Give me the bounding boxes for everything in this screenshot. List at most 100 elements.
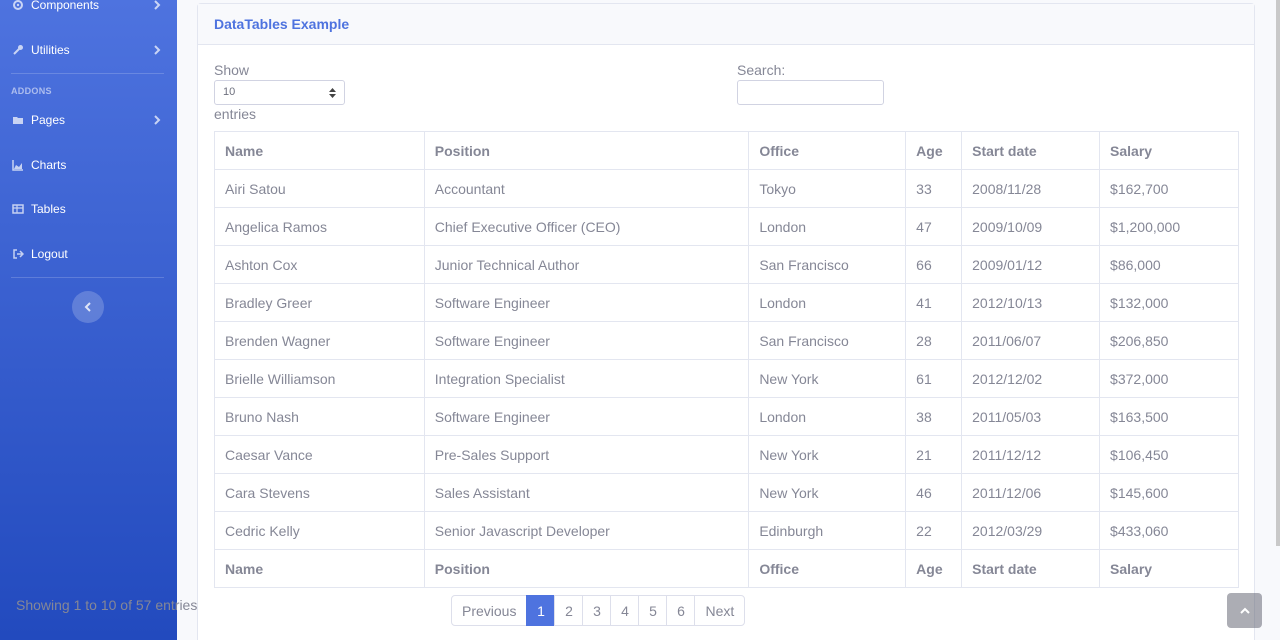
- area-chart-icon: [12, 160, 23, 171]
- page-scrollbar[interactable]: [1276, 0, 1280, 546]
- cell-age: 61: [905, 359, 963, 398]
- table-row: Caesar Vance Pre-Sales Support New York 21 2…: [214, 435, 1239, 474]
- cell-name: Brielle Williamson: [214, 359, 425, 398]
- sidebar-item-label: Logout: [31, 247, 68, 261]
- column-footer-salary: Salary: [1099, 549, 1239, 588]
- pagination-page-3[interactable]: 3: [582, 595, 612, 626]
- column-footer-position: Position: [423, 549, 750, 588]
- cell-office: London: [748, 207, 907, 246]
- cell-salary: $132,000: [1099, 283, 1239, 322]
- cell-name: Cedric Kelly: [214, 511, 425, 550]
- sidebar-divider: [11, 277, 164, 278]
- pagination-page-2[interactable]: 2: [554, 595, 584, 626]
- scroll-to-top-button[interactable]: [1227, 593, 1262, 628]
- cell-position: Chief Executive Officer (CEO): [423, 207, 750, 246]
- column-header-position[interactable]: Position: [423, 131, 750, 170]
- search-label: Search:: [737, 62, 786, 78]
- sidebar-divider: [11, 73, 164, 74]
- column-header-age[interactable]: Age: [905, 131, 963, 170]
- sidebar-heading-addons: ADDONS: [11, 86, 52, 96]
- sidebar-item-logout[interactable]: Logout: [0, 234, 177, 274]
- column-header-name[interactable]: Name: [214, 131, 425, 170]
- cell-office: New York: [748, 359, 907, 398]
- cell-office: San Francisco: [748, 321, 907, 360]
- cell-salary: $163,500: [1099, 397, 1239, 436]
- cell-office: New York: [748, 435, 907, 474]
- cell-name: Ashton Cox: [214, 245, 425, 284]
- table-row: Brenden Wagner Software Engineer San Franc…: [214, 321, 1239, 360]
- table-row: Ashton Cox Junior Technical Author San Fra…: [214, 245, 1239, 284]
- column-footer-name: Name: [214, 549, 425, 588]
- cell-position: Software Engineer: [423, 321, 750, 360]
- cell-office: New York: [748, 473, 907, 512]
- cell-start-date: 2012/03/29: [961, 511, 1101, 550]
- cell-start-date: 2011/12/06: [961, 473, 1101, 512]
- column-footer-start-date: Start date: [961, 549, 1101, 588]
- cell-office: Edinburgh: [748, 511, 907, 550]
- column-header-start-date[interactable]: Start date: [961, 131, 1101, 170]
- cell-salary: $1,200,000: [1099, 207, 1239, 246]
- table-row: Angelica Ramos Chief Executive Officer (C…: [214, 207, 1239, 246]
- entries-label: entries: [214, 106, 257, 122]
- chevron-up-icon: [1239, 607, 1250, 614]
- table-info: Showing 1 to 10 of 57 entries: [16, 597, 198, 613]
- sidebar-item-tables[interactable]: Tables: [0, 189, 177, 229]
- cell-name: Angelica Ramos: [214, 207, 425, 246]
- cell-start-date: 2009/01/12: [961, 245, 1101, 284]
- sidebar: Components Utilities ADDONS Pages Charts…: [0, 0, 177, 640]
- folder-icon: [13, 117, 23, 124]
- cell-age: 41: [905, 283, 963, 322]
- pagination-page-4[interactable]: 4: [610, 595, 640, 626]
- cell-salary: $162,700: [1099, 169, 1239, 208]
- cell-office: London: [748, 283, 907, 322]
- cell-salary: $372,000: [1099, 359, 1239, 398]
- table-row: Brielle Williamson Integration Specialist…: [214, 359, 1239, 398]
- cell-salary: $145,600: [1099, 473, 1239, 512]
- sidebar-toggle-button[interactable]: [72, 291, 104, 323]
- sidebar-item-utilities[interactable]: Utilities: [0, 30, 177, 70]
- cell-name: Brenden Wagner: [214, 321, 425, 360]
- sign-out-icon: [13, 249, 24, 259]
- cell-salary: $86,000: [1099, 245, 1239, 284]
- cell-name: Airi Satou: [214, 169, 425, 208]
- column-header-office[interactable]: Office: [748, 131, 907, 170]
- cell-age: 21: [905, 435, 963, 474]
- entries-length-select[interactable]: 10: [214, 80, 345, 105]
- pagination-previous-button[interactable]: Previous: [451, 595, 528, 626]
- search-input[interactable]: [737, 80, 884, 105]
- cell-name: Cara Stevens: [214, 473, 425, 512]
- cell-salary: $106,450: [1099, 435, 1239, 474]
- cell-position: Sales Assistant: [423, 473, 750, 512]
- pagination-page-5[interactable]: 5: [638, 595, 668, 626]
- sidebar-item-components[interactable]: Components: [0, 0, 177, 25]
- column-header-salary[interactable]: Salary: [1099, 131, 1239, 170]
- table-row: Cara Stevens Sales Assistant New York 46 201…: [214, 473, 1239, 512]
- cell-start-date: 2012/10/13: [961, 283, 1101, 322]
- table-row: Bradley Greer Software Engineer London 41 20…: [214, 283, 1239, 322]
- cell-start-date: 2011/12/12: [961, 435, 1101, 474]
- cell-salary: $206,850: [1099, 321, 1239, 360]
- cell-office: London: [748, 397, 907, 436]
- table-row: Airi Satou Accountant Tokyo 33 2008/11/28 $16…: [214, 169, 1239, 208]
- entries-length-value: 10: [223, 86, 236, 98]
- cell-position: Senior Javascript Developer: [423, 511, 750, 550]
- sidebar-item-charts[interactable]: Charts: [0, 145, 177, 185]
- cell-office: San Francisco: [748, 245, 907, 284]
- datatable-card: DataTables Example Show 10 entries Searc…: [197, 3, 1255, 640]
- cell-age: 28: [905, 321, 963, 360]
- sidebar-item-pages[interactable]: Pages: [0, 100, 177, 140]
- pagination-page-1[interactable]: 1: [526, 595, 556, 626]
- cell-age: 47: [905, 207, 963, 246]
- wrench-icon: [13, 45, 23, 55]
- data-table: Name Position Office Age Start date Sala…: [214, 131, 1239, 588]
- card-title: DataTables Example: [214, 16, 350, 32]
- cell-start-date: 2011/06/07: [961, 321, 1101, 360]
- cell-start-date: 2008/11/28: [961, 169, 1101, 208]
- cell-office: Tokyo: [748, 169, 907, 208]
- pagination-next-button[interactable]: Next: [694, 595, 746, 626]
- table-footer-row: Name Position Office Age Start date Sala…: [214, 549, 1239, 588]
- pagination-page-6[interactable]: 6: [666, 595, 696, 626]
- cell-age: 22: [905, 511, 963, 550]
- table-icon: [12, 204, 24, 214]
- cell-age: 66: [905, 245, 963, 284]
